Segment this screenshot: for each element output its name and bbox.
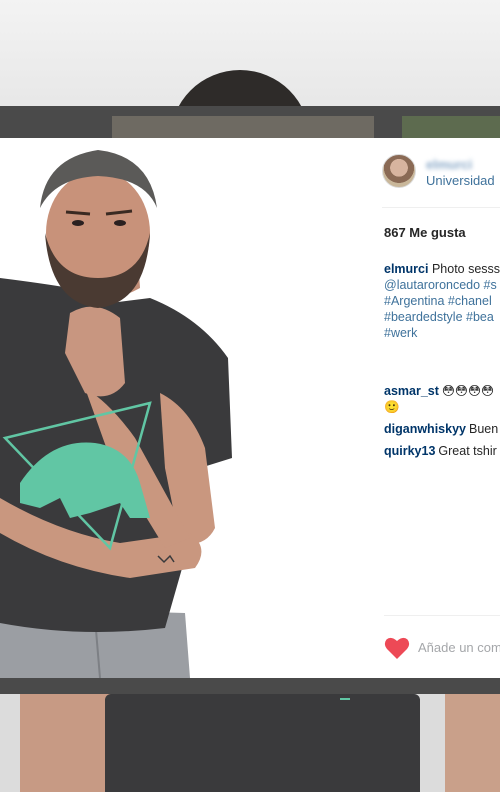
caption-hashtags[interactable]: @lautaroroncedo #s: [384, 278, 497, 292]
post-header: elmurci Universidad: [382, 152, 500, 208]
heart-icon[interactable]: [384, 636, 410, 660]
background-photo-print: [340, 694, 350, 700]
likes-count[interactable]: 867 Me gusta: [384, 225, 466, 240]
comment-username[interactable]: diganwhiskyy: [384, 422, 466, 436]
comment-text: Buen: [468, 422, 499, 436]
comment-username[interactable]: asmar_st: [384, 384, 439, 398]
caption-hashtags[interactable]: #Argentina #chanel: [384, 294, 492, 308]
background-photo-shirt: [105, 694, 420, 792]
background-thumbnail: [112, 116, 374, 140]
comments-list: asmar_st 😳😳😳😳 🙂 diganwhiskyy Buen quirky13…: [384, 383, 500, 465]
background-photo-arm: [20, 694, 115, 792]
header-divider: [382, 207, 500, 208]
post-sidebar: elmurci Universidad 867 Me gusta elmurci…: [370, 138, 500, 678]
caption-text: Photo sesss: [431, 262, 500, 276]
comment-text: 🙂: [384, 400, 400, 414]
caption-hashtags[interactable]: #werk: [384, 326, 417, 340]
caption-username[interactable]: elmurci: [384, 262, 428, 276]
caption-hashtags[interactable]: #beardedstyle #bea: [384, 310, 494, 324]
user-avatar[interactable]: [382, 154, 416, 188]
post-photo-illustration: [0, 138, 370, 678]
post-modal: elmurci Universidad 867 Me gusta elmurci…: [0, 138, 500, 678]
post-caption: elmurci Photo sesss @lautaroroncedo #s #…: [384, 261, 500, 341]
comment-username[interactable]: quirky13: [384, 444, 435, 458]
comment-item: quirky13 Great tshir: [384, 443, 500, 459]
comment-item: asmar_st 😳😳😳😳 🙂: [384, 383, 500, 415]
footer-divider: [384, 615, 500, 616]
post-location-link[interactable]: Universidad: [426, 173, 495, 188]
add-comment-input[interactable]: [418, 640, 500, 655]
comment-text: 😳😳😳😳: [441, 384, 495, 398]
background-photo-arm: [445, 694, 500, 792]
post-photo[interactable]: [0, 138, 370, 678]
comment-text: Great tshir: [438, 444, 497, 458]
post-username[interactable]: elmurci: [426, 157, 472, 172]
background-thumbnail: [402, 116, 500, 140]
comment-item: diganwhiskyy Buen: [384, 421, 500, 437]
